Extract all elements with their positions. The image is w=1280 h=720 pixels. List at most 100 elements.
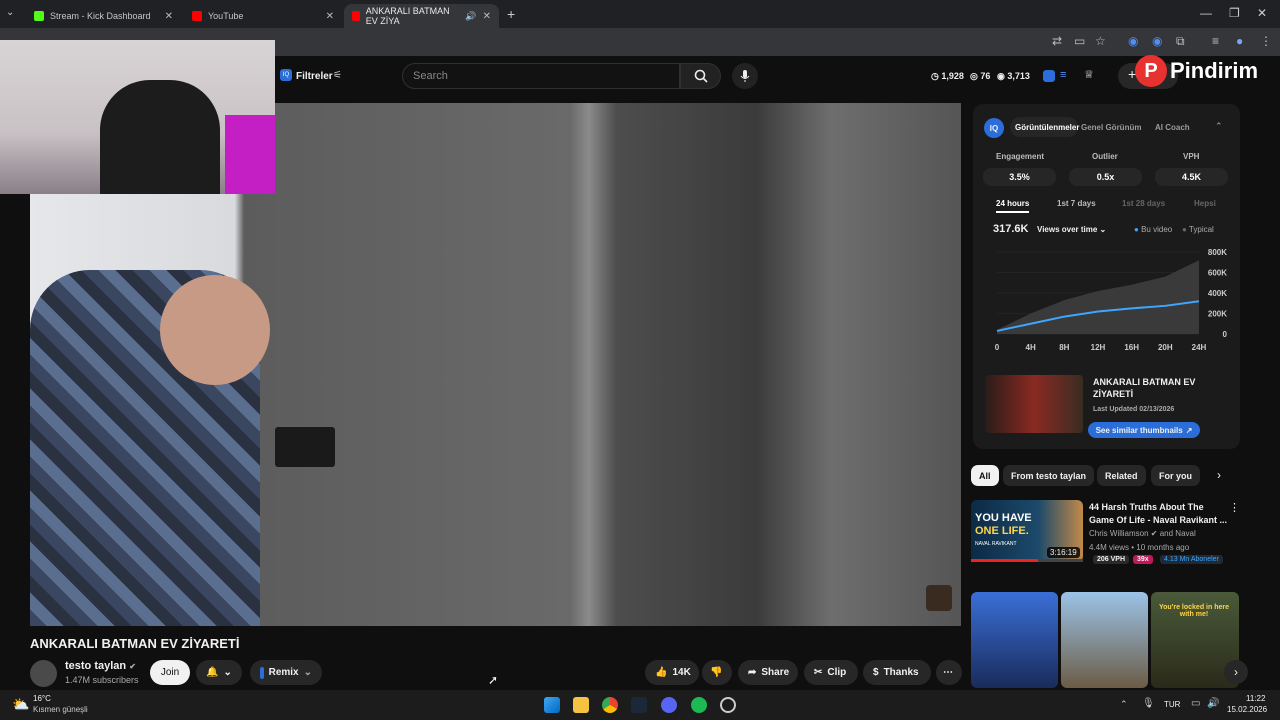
chips-next-icon[interactable]: › <box>1217 468 1221 482</box>
iq-icon: IQ <box>280 69 292 81</box>
video-title: ANKARALI BATMAN EV ZİYARETİ <box>30 636 240 651</box>
mic-tray-icon[interactable]: 🎙 <box>1142 698 1155 709</box>
short-thumbnail[interactable] <box>971 592 1058 688</box>
extension-icon[interactable]: ◉ <box>1128 34 1138 48</box>
tab-active-video[interactable]: ANKARALI BATMAN EV ZİYA 🔊 ✕ <box>344 4 499 28</box>
close-window-icon[interactable]: ✕ <box>1257 6 1267 20</box>
chip-for-you[interactable]: For you <box>1151 465 1200 486</box>
filters-sliders-icon: ⚟ <box>333 70 342 81</box>
video-avatar-overlay <box>926 585 952 611</box>
thanks-button[interactable]: $ Thanks <box>863 660 931 685</box>
clock-date[interactable]: 15.02.2026 <box>1227 705 1267 714</box>
iq-icon[interactable] <box>1043 70 1055 82</box>
tab-overview[interactable]: Genel Görünüm <box>1081 123 1141 132</box>
like-button[interactable]: 👍 14K <box>645 660 699 685</box>
y-tick-label: 800K <box>1208 248 1227 257</box>
thumb-subtext: NAVAL RAVIKANT <box>975 541 1017 547</box>
chip-related[interactable]: Related <box>1097 465 1146 486</box>
steam-icon[interactable] <box>631 697 647 713</box>
video-duration: 3:16:19 <box>1047 547 1080 558</box>
list-icon[interactable]: ≡ <box>1060 69 1066 81</box>
thumbnail-updated: Last Updated 02/13/2026 <box>1093 406 1175 413</box>
share-button[interactable]: ➦ Share <box>738 660 798 685</box>
search-input[interactable]: Search <box>402 63 680 89</box>
bell-icon: 🔔 <box>206 667 219 678</box>
chrome-icon[interactable] <box>602 697 618 713</box>
subscriber-count: 1.47M subscribers <box>65 675 139 685</box>
recommended-title[interactable]: 44 Harsh Truths About The Game Of Life - … <box>1089 501 1227 527</box>
new-tab-button[interactable]: + <box>507 6 515 22</box>
share-icon: ➦ <box>748 667 757 678</box>
speaker-icon[interactable]: 🔊 <box>465 11 476 22</box>
kick-icon <box>34 11 44 21</box>
chip-all[interactable]: All <box>971 465 999 486</box>
time-tab-28d[interactable]: 1st 28 days <box>1122 199 1165 208</box>
maximize-icon[interactable]: ❐ <box>1229 6 1240 20</box>
clip-button[interactable]: ✂ Clip <box>804 660 858 685</box>
discord-icon[interactable] <box>661 697 677 713</box>
search-button[interactable] <box>680 63 721 89</box>
time-tab-24h[interactable]: 24 hours <box>996 199 1030 213</box>
time-tab-7d[interactable]: 1st 7 days <box>1057 199 1096 208</box>
obs-icon[interactable] <box>720 697 736 713</box>
tab-kick-dashboard[interactable]: Stream - Kick Dashboard ✕ <box>26 4 181 28</box>
chevron-down-icon: ⌄ <box>303 667 312 678</box>
voice-search-button[interactable] <box>732 63 758 89</box>
minimize-icon[interactable]: — <box>1200 6 1212 20</box>
tab-ai-coach[interactable]: AI Coach <box>1155 123 1190 132</box>
tab-views[interactable]: Görüntülenmeler <box>1015 123 1079 132</box>
tray-chevron-icon[interactable]: ⌃ <box>1120 699 1128 710</box>
file-explorer-icon[interactable] <box>573 697 589 713</box>
profile-icon[interactable]: ● <box>1236 34 1243 48</box>
channel-avatar[interactable] <box>30 660 57 687</box>
shorts-next-icon[interactable]: › <box>1224 660 1248 684</box>
tab-youtube[interactable]: YouTube ✕ <box>184 4 342 28</box>
reading-list-icon[interactable]: ≡ <box>1212 34 1219 48</box>
chip-from-channel[interactable]: From testo taylan <box>1003 465 1095 486</box>
extensions-puzzle-icon[interactable]: ⧉ <box>1176 34 1185 49</box>
metric-value-vph: 4.5K <box>1155 168 1228 186</box>
video-person-head <box>160 275 270 385</box>
dislike-button[interactable]: 👎 <box>702 660 732 685</box>
network-icon[interactable]: ▭ <box>1191 698 1200 709</box>
cast-icon[interactable]: ▭ <box>1074 34 1085 48</box>
tab-list-icon[interactable]: ⌄ <box>6 7 14 18</box>
filters-button[interactable]: Filtreler <box>296 71 333 82</box>
video-wall-panel <box>275 427 335 467</box>
spotify-icon[interactable] <box>691 697 707 713</box>
recommended-meta: 4.4M views • 10 months ago <box>1089 543 1190 552</box>
time-tab-all[interactable]: Hepsi <box>1194 199 1216 208</box>
youtube-icon <box>192 11 202 21</box>
more-options-icon[interactable]: ⋮ <box>1229 501 1240 514</box>
close-tab-icon[interactable]: ✕ <box>165 11 173 22</box>
translate-icon[interactable]: ⇄ <box>1052 34 1062 48</box>
extension-icon[interactable]: ◉ <box>1152 34 1162 48</box>
remix-button[interactable]: Remix ⌄ <box>250 660 322 685</box>
weather-text: Kısmen güneşli <box>33 705 88 714</box>
x-tick-label: 24H <box>1192 343 1207 352</box>
clock-time[interactable]: 11:22 <box>1246 694 1265 703</box>
recommended-channel[interactable]: Chris Williamson ✔ and Naval <box>1089 529 1196 538</box>
multiplier-badge: 39x <box>1133 555 1153 564</box>
see-similar-button[interactable]: See similar thumbnails ↗ <box>1088 422 1200 438</box>
channel-name[interactable]: testo taylan ✔ <box>65 660 136 672</box>
x-tick-label: 4H <box>1026 343 1036 352</box>
close-tab-icon[interactable]: ✕ <box>326 11 334 22</box>
bookmark-star-icon[interactable]: ☆ <box>1095 34 1106 48</box>
language-indicator[interactable]: TUR <box>1164 700 1180 709</box>
start-icon[interactable] <box>544 697 560 713</box>
join-button[interactable]: Join <box>150 660 190 685</box>
y-tick-label: 400K <box>1208 289 1227 298</box>
collapse-chevron-icon[interactable]: ⌃ <box>1215 121 1223 132</box>
views-mode-dropdown[interactable]: Views over time ⌄ <box>1037 225 1106 234</box>
short-thumbnail[interactable] <box>1061 592 1148 688</box>
webcam-streamer <box>100 80 220 194</box>
more-actions-button[interactable]: ⋯ <box>936 660 962 685</box>
weather-icon[interactable]: ⛅ <box>12 696 29 713</box>
x-tick-label: 8H <box>1059 343 1069 352</box>
volume-icon[interactable]: 🔊 <box>1207 698 1219 709</box>
trophy-icon[interactable]: ♕ <box>1084 68 1094 81</box>
menu-dots-icon[interactable]: ⋮ <box>1260 34 1272 48</box>
notifications-button[interactable]: 🔔 ⌄ <box>196 660 242 685</box>
close-tab-icon[interactable]: ✕ <box>483 11 491 22</box>
